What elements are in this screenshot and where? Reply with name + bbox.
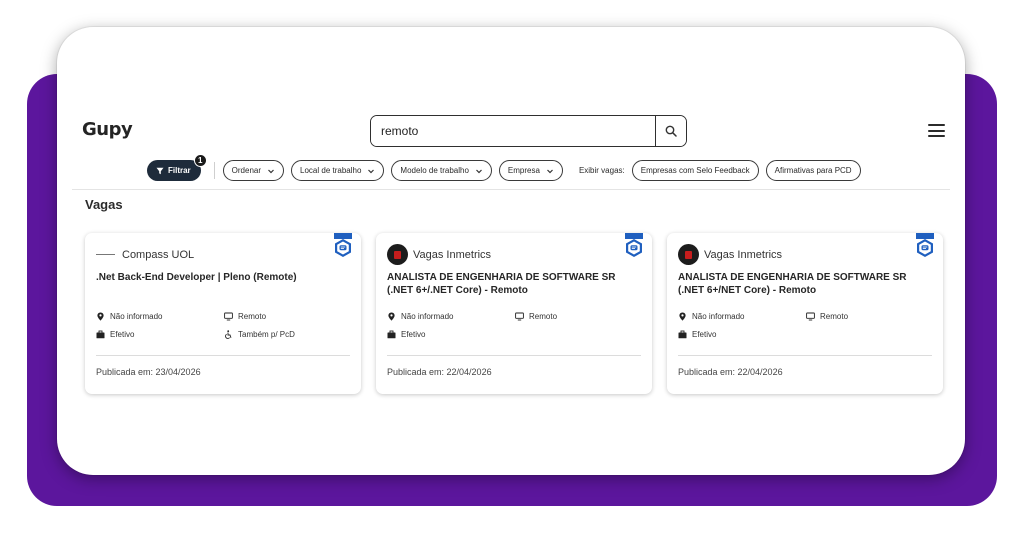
feedback-seal-icon — [625, 233, 643, 257]
job-model-label: Remoto — [529, 312, 558, 321]
accessibility-icon — [225, 330, 232, 339]
chevron-down-icon — [368, 169, 375, 173]
chevron-down-icon — [547, 169, 553, 173]
chevron-down-icon — [475, 169, 482, 173]
afirmativas-pcd-label: Afirmativas para PCD — [774, 166, 852, 175]
job-location: Não informado — [387, 312, 453, 321]
job-location: Não informado — [678, 312, 744, 321]
search-bar — [370, 115, 687, 147]
monitor-icon — [224, 312, 233, 321]
card-divider — [96, 355, 350, 356]
company-logo — [96, 244, 117, 265]
briefcase-icon — [678, 330, 687, 339]
job-model-label: Remoto — [238, 312, 267, 321]
company-name: Vagas Inmetrics — [704, 249, 783, 261]
filtrar-label: Filtrar — [168, 166, 191, 175]
location-pin-icon — [97, 312, 104, 321]
job-type-label: Efetivo — [692, 330, 717, 339]
job-card[interactable]: Vagas Inmetrics ANALISTA DE ENGENHARIA D… — [376, 233, 652, 394]
job-location-label: Não informado — [692, 312, 745, 321]
job-model: Remoto — [806, 312, 848, 321]
company-name: Vagas Inmetrics — [413, 249, 492, 261]
exibir-vagas-label: Exibir vagas: — [578, 166, 625, 175]
job-title[interactable]: ANALISTA DE ENGENHARIA DE SOFTWARE SR (.… — [387, 271, 632, 297]
job-location: Não informado — [96, 312, 162, 321]
section-title: Vagas — [85, 197, 123, 212]
feedback-seal-icon — [916, 233, 934, 257]
job-pcd: Também p/ PcD — [224, 330, 295, 339]
job-title[interactable]: ANALISTA DE ENGENHARIA DE SOFTWARE SR (.… — [678, 271, 923, 297]
card-divider — [678, 355, 932, 356]
monitor-icon — [515, 312, 524, 321]
job-model: Remoto — [515, 312, 557, 321]
filtrar-button[interactable]: Filtrar 1 — [147, 154, 207, 181]
ordenar-dropdown[interactable]: Ordenar — [222, 160, 285, 181]
feedback-seal-icon — [334, 233, 352, 257]
job-type-label: Efetivo — [110, 330, 135, 339]
job-model-label: Remoto — [820, 312, 849, 321]
company-logo — [678, 244, 699, 265]
briefcase-icon — [387, 330, 396, 339]
job-pcd-label: Também p/ PcD — [238, 330, 295, 339]
modelo-trabalho-label: Modelo de trabalho — [400, 166, 469, 175]
job-type: Efetivo — [678, 330, 716, 339]
filter-bar: Filtrar 1 Ordenar Local de trabalho Mode… — [147, 154, 868, 181]
local-trabalho-dropdown[interactable]: Local de trabalho — [291, 160, 385, 181]
published-date: Publicada em: 22/04/2026 — [387, 367, 492, 377]
job-card[interactable]: Vagas Inmetrics ANALISTA DE ENGENHARIA D… — [667, 233, 943, 394]
job-type: Efetivo — [387, 330, 425, 339]
search-button[interactable] — [655, 116, 686, 146]
job-location-label: Não informado — [401, 312, 454, 321]
location-pin-icon — [679, 312, 686, 321]
briefcase-icon — [96, 330, 105, 339]
chevron-down-icon — [268, 169, 274, 173]
job-type: Efetivo — [96, 330, 134, 339]
browser-window: Gupy Filtrar 1 Ordenar Local de trabalho — [57, 27, 965, 475]
selo-feedback-toggle[interactable]: Empresas com Selo Feedback — [631, 160, 759, 181]
job-type-label: Efetivo — [401, 330, 426, 339]
job-title[interactable]: .Net Back-End Developer | Pleno (Remote) — [96, 271, 341, 284]
empresa-dropdown[interactable]: Empresa — [498, 160, 563, 181]
modelo-trabalho-dropdown[interactable]: Modelo de trabalho — [391, 160, 492, 181]
job-card[interactable]: Compass UOL .Net Back-End Developer | Pl… — [85, 233, 361, 394]
search-input[interactable] — [371, 116, 655, 146]
empresa-label: Empresa — [507, 166, 540, 175]
header-divider — [72, 189, 950, 190]
filter-divider — [213, 162, 215, 179]
card-divider — [387, 355, 641, 356]
menu-icon[interactable] — [928, 124, 945, 137]
job-model: Remoto — [224, 312, 266, 321]
location-pin-icon — [388, 312, 395, 321]
afirmativas-pcd-toggle[interactable]: Afirmativas para PCD — [765, 160, 861, 181]
job-location-label: Não informado — [110, 312, 163, 321]
company-logo — [387, 244, 408, 265]
gupy-logo[interactable]: Gupy — [82, 119, 133, 140]
selo-feedback-label: Empresas com Selo Feedback — [640, 166, 750, 175]
local-trabalho-label: Local de trabalho — [300, 166, 362, 175]
filter-count-badge: 1 — [193, 154, 207, 167]
published-date: Publicada em: 22/04/2026 — [678, 367, 783, 377]
published-date: Publicada em: 23/04/2026 — [96, 367, 201, 377]
search-icon — [665, 125, 677, 137]
filter-icon — [156, 167, 164, 174]
company-name: Compass UOL — [122, 249, 195, 261]
monitor-icon — [806, 312, 815, 321]
ordenar-label: Ordenar — [231, 166, 262, 175]
